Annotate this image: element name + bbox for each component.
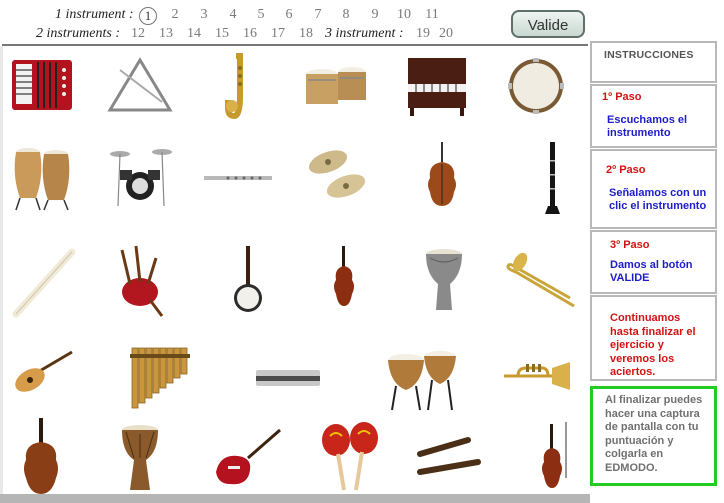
step-1-text: Escuchamos el instrumento bbox=[607, 113, 688, 140]
one-instrument-label: 1 instrument : bbox=[55, 7, 134, 22]
instructions-title: INSTRUCCIONES bbox=[604, 49, 694, 61]
bagpipes-icon[interactable] bbox=[100, 244, 180, 320]
question-9-link[interactable]: 9 bbox=[365, 7, 385, 23]
flute-icon[interactable] bbox=[198, 140, 278, 216]
djembe-icon[interactable] bbox=[100, 418, 180, 494]
question-1-link[interactable]: 1 bbox=[139, 7, 157, 25]
step-3-box: 3º Paso Damos al botón VALIDE bbox=[590, 230, 717, 294]
question-3-link[interactable]: 3 bbox=[194, 7, 214, 23]
instructions-header: INSTRUCCIONES bbox=[590, 41, 717, 83]
violin-small-icon[interactable] bbox=[512, 418, 592, 494]
question-8-link[interactable]: 8 bbox=[336, 7, 356, 23]
two-instruments-label: 2 instruments : bbox=[36, 26, 120, 41]
piano-icon[interactable] bbox=[396, 50, 476, 126]
saxophone-icon[interactable] bbox=[198, 50, 278, 126]
question-13-link[interactable]: 13 bbox=[156, 26, 176, 42]
step-2-text: Señalamos con un clic el instrumento bbox=[609, 186, 707, 213]
step-1-title: 1º Paso bbox=[602, 91, 642, 103]
question-2-link[interactable]: 2 bbox=[165, 7, 185, 23]
drum-kit-icon[interactable] bbox=[100, 140, 180, 216]
question-5-link[interactable]: 5 bbox=[251, 7, 271, 23]
trumpet-icon[interactable] bbox=[496, 340, 576, 416]
step-2-box: 2º Paso Señalamos con un clic el instrum… bbox=[590, 149, 717, 229]
step-3-title: 3º Paso bbox=[610, 239, 650, 251]
cello-icon[interactable] bbox=[396, 140, 476, 216]
question-6-link[interactable]: 6 bbox=[279, 7, 299, 23]
pan-flute-icon[interactable] bbox=[122, 340, 202, 416]
bongo-icon[interactable] bbox=[296, 50, 376, 126]
question-12-link[interactable]: 12 bbox=[128, 26, 148, 42]
question-15-link[interactable]: 15 bbox=[212, 26, 232, 42]
electric-guitar-icon[interactable] bbox=[208, 418, 288, 494]
three-instrument-label: 3 instrument : bbox=[325, 26, 404, 41]
step-3-text: Damos al botón VALIDE bbox=[610, 258, 693, 285]
trombone-icon[interactable] bbox=[500, 244, 580, 320]
step-1-box: 1º Paso Escuchamos el instrumento bbox=[590, 84, 717, 148]
question-19-link[interactable]: 19 bbox=[413, 26, 433, 42]
question-14-link[interactable]: 14 bbox=[184, 26, 204, 42]
banjo-icon[interactable] bbox=[208, 244, 288, 320]
violin-icon[interactable] bbox=[304, 244, 384, 320]
darbuka-icon[interactable] bbox=[404, 244, 484, 320]
final-text: Al finalizar puedes hacer una captura de… bbox=[605, 394, 703, 474]
bottom-scrollbar[interactable] bbox=[0, 494, 590, 503]
triangle-icon[interactable] bbox=[100, 50, 180, 126]
cymbals-icon[interactable] bbox=[296, 140, 376, 216]
question-16-link[interactable]: 16 bbox=[240, 26, 260, 42]
accordion-icon[interactable] bbox=[2, 50, 82, 126]
question-20-link[interactable]: 20 bbox=[436, 26, 456, 42]
continue-text: Continuamos hasta finalizar el ejercicio… bbox=[610, 312, 696, 378]
claves-icon[interactable] bbox=[408, 418, 488, 494]
valide-button[interactable]: Valide bbox=[511, 10, 585, 38]
question-11-link[interactable]: 11 bbox=[422, 7, 442, 23]
header-divider bbox=[2, 44, 588, 46]
double-bass-icon[interactable] bbox=[2, 418, 82, 494]
timpani-icon[interactable] bbox=[382, 340, 462, 416]
recorder-icon[interactable] bbox=[2, 244, 82, 320]
guitar-icon[interactable] bbox=[2, 340, 82, 416]
continue-box: Continuamos hasta finalizar el ejercicio… bbox=[590, 295, 717, 381]
harmonica-icon[interactable] bbox=[248, 340, 328, 416]
question-17-link[interactable]: 17 bbox=[268, 26, 288, 42]
final-box: Al finalizar puedes hacer una captura de… bbox=[590, 386, 717, 486]
question-18-link[interactable]: 18 bbox=[296, 26, 316, 42]
question-7-link[interactable]: 7 bbox=[308, 7, 328, 23]
maracas-icon[interactable] bbox=[310, 418, 390, 494]
question-4-link[interactable]: 4 bbox=[223, 7, 243, 23]
step-2-title: 2º Paso bbox=[606, 164, 646, 176]
clarinet-icon[interactable] bbox=[514, 140, 594, 216]
tambourine-icon[interactable] bbox=[496, 50, 576, 126]
question-10-link[interactable]: 10 bbox=[394, 7, 414, 23]
conga-icon[interactable] bbox=[2, 140, 82, 216]
